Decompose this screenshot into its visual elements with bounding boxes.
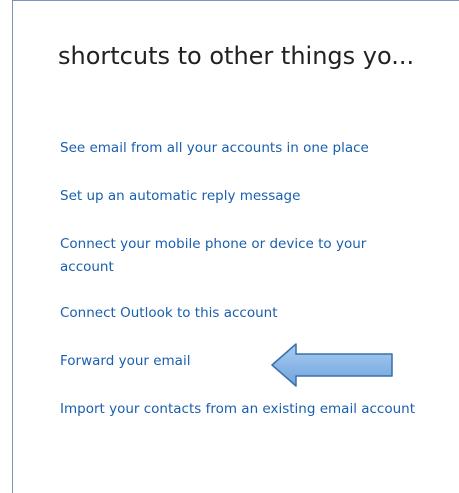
arrow-shape [271,343,393,387]
see-all-accounts-link[interactable]: See email from all your accounts in one … [60,137,420,160]
shortcut-links-list: See email from all your accounts in one … [60,137,420,444]
list-item: Import your contacts from an existing em… [60,398,420,421]
list-item: See email from all your accounts in one … [60,137,420,160]
panel-title: shortcuts to other things yo... [58,42,415,70]
list-item: Connect your mobile phone or device to y… [60,233,420,279]
list-item: Connect Outlook to this account [60,302,420,325]
import-contacts-link[interactable]: Import your contacts from an existing em… [60,398,420,421]
connect-outlook-link[interactable]: Connect Outlook to this account [60,302,420,325]
automatic-reply-link[interactable]: Set up an automatic reply message [60,185,420,208]
arrow-left-icon [271,343,393,387]
shortcuts-panel: shortcuts to other things yo... See emai… [12,0,459,493]
connect-mobile-link[interactable]: Connect your mobile phone or device to y… [60,233,420,279]
list-item: Set up an automatic reply message [60,185,420,208]
